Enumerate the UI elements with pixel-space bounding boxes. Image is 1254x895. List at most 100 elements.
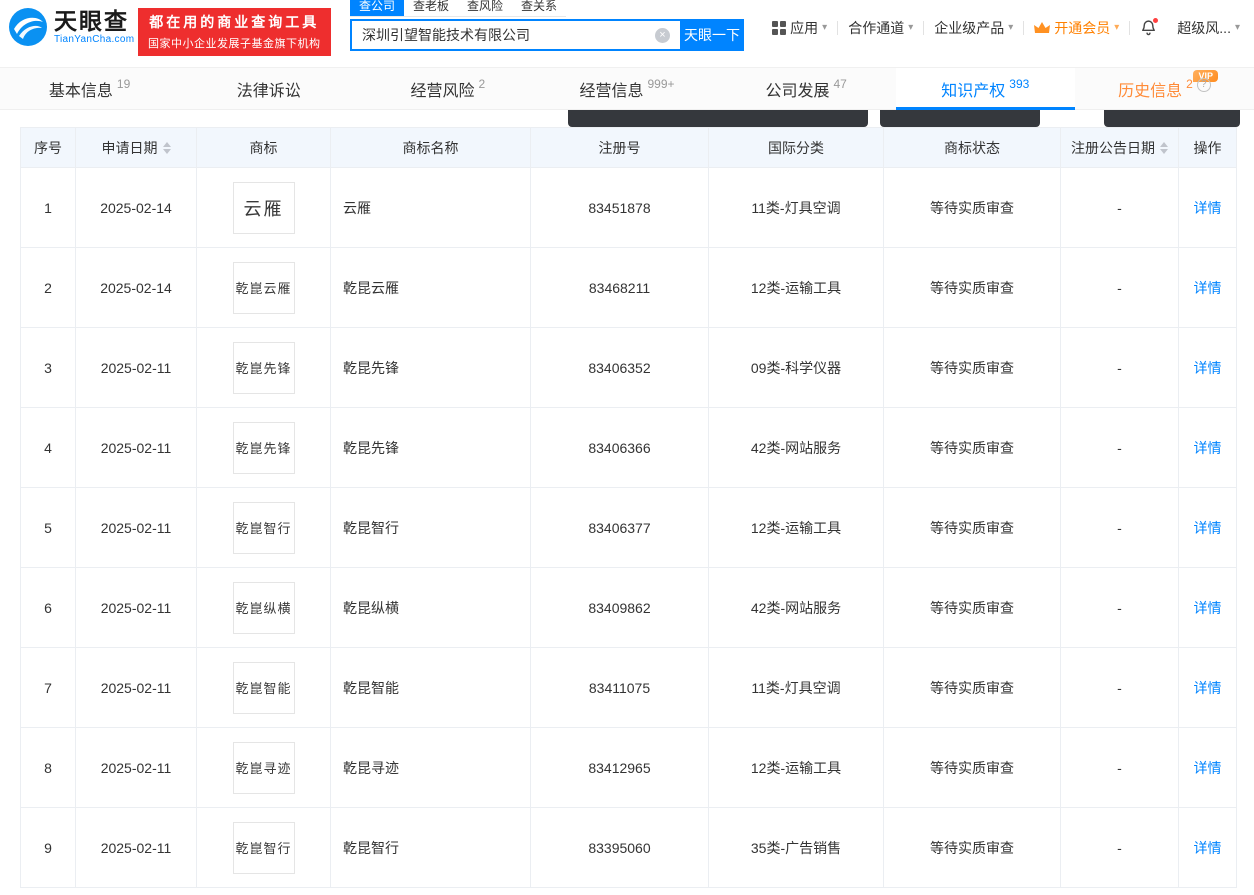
tab-count: 393 bbox=[1009, 76, 1030, 91]
cell-reg-no: 83406366 bbox=[530, 407, 709, 488]
search-tab-1[interactable]: 查公司 bbox=[350, 0, 405, 16]
bell-icon bbox=[1140, 17, 1160, 36]
tianyancha-logo-icon bbox=[9, 8, 47, 46]
section-tab-bar: 基本信息 19 法律诉讼 经营风险 2 经营信息 999+ 公司发展 47 知识产权 393 历史信息… bbox=[0, 67, 1254, 110]
table-header-row: 序号 申请日期 商标 商标名称 注册号 国际分类 商标状态 注册公告日期 操作 bbox=[20, 127, 1237, 168]
column-header-9: 操作 bbox=[1178, 127, 1237, 168]
cell-mark: 乾崑纵横 bbox=[196, 567, 331, 648]
tab-intellectual-property[interactable]: 知识产权 393 bbox=[895, 68, 1075, 110]
tab-operation-risk[interactable]: 经营风险 2 bbox=[358, 68, 537, 109]
cell-intl-class: 42类-网站服务 bbox=[708, 567, 884, 648]
cell-status: 等待实质审查 bbox=[883, 487, 1061, 568]
sort-icon[interactable] bbox=[162, 141, 171, 154]
logo[interactable]: 天眼查 TianYanCha.com bbox=[8, 7, 134, 47]
trademark-image[interactable]: 乾崑先锋 bbox=[232, 341, 295, 394]
cell-intl-class: 09类-科学仪器 bbox=[708, 327, 884, 408]
sort-icon[interactable] bbox=[1160, 141, 1168, 154]
slogan-badge: 都在用的商业查询工具 国家中小企业发展子基金旗下机构 bbox=[138, 8, 331, 56]
trademark-image[interactable]: 乾崑智行 bbox=[232, 501, 295, 554]
trademark-image-text: 乾崑先锋 bbox=[235, 441, 292, 456]
tab-operation-info[interactable]: 经营信息 999+ bbox=[537, 68, 716, 109]
column-label: 注册号 bbox=[598, 139, 641, 156]
cell-pub-date: - bbox=[1060, 247, 1179, 328]
tab-dropdown-zone bbox=[0, 110, 1254, 127]
help-icon[interactable]: ? bbox=[1196, 77, 1211, 92]
cell-mark-name: 乾昆先锋 bbox=[330, 327, 531, 408]
trademark-image[interactable]: 乾崑智行 bbox=[232, 821, 295, 874]
detail-link[interactable]: 详情 bbox=[1194, 680, 1222, 696]
cell-mark: 乾崑智行 bbox=[196, 807, 331, 888]
cell-reg-no: 83409862 bbox=[530, 567, 709, 648]
search-area: 查公司查老板查风险查关系 × 天眼一下 bbox=[350, 0, 744, 51]
column-header-2[interactable]: 申请日期 bbox=[75, 127, 197, 168]
cell-action: 详情 bbox=[1178, 407, 1237, 488]
search-input[interactable] bbox=[350, 19, 680, 51]
tab-label: 知识产权 bbox=[941, 82, 1006, 100]
detail-link[interactable]: 详情 bbox=[1194, 200, 1222, 216]
trademark-image-text: 云雁 bbox=[243, 198, 284, 219]
tab-basic-info[interactable]: 基本信息 19 bbox=[0, 68, 179, 109]
nav-cooperation-channel[interactable]: 合作通道 ▾ bbox=[838, 18, 923, 38]
trademark-image[interactable]: 乾崑寻迹 bbox=[232, 741, 295, 794]
cell-action: 详情 bbox=[1178, 807, 1237, 888]
cell-intl-class: 12类-运输工具 bbox=[708, 487, 884, 568]
clear-search-icon[interactable]: × bbox=[655, 28, 670, 43]
cell-apply-date: 2025-02-14 bbox=[75, 247, 197, 328]
detail-link[interactable]: 详情 bbox=[1194, 840, 1222, 856]
cell-mark-name: 乾昆纵横 bbox=[330, 567, 531, 648]
cell-mark: 乾崑先锋 bbox=[196, 327, 331, 408]
cell-action: 详情 bbox=[1178, 247, 1237, 328]
trademark-image[interactable]: 乾崑云雁 bbox=[232, 261, 295, 314]
cell-apply-date: 2025-02-11 bbox=[75, 327, 197, 408]
trademark-image-text: 乾崑智行 bbox=[235, 841, 292, 856]
search-tab-3[interactable]: 查风险 bbox=[458, 0, 512, 16]
notification-dot bbox=[1152, 17, 1160, 24]
trademark-image[interactable]: 乾崑纵横 bbox=[232, 581, 295, 634]
detail-link[interactable]: 详情 bbox=[1194, 760, 1222, 776]
grid-icon bbox=[772, 20, 787, 35]
tab-count: 19 bbox=[116, 76, 131, 91]
detail-link[interactable]: 详情 bbox=[1194, 440, 1222, 456]
trademark-row: 1 2025-02-14 云雁 云雁 83451878 11类-灯具空调 等待实质审查 - 详情 bbox=[20, 167, 1237, 248]
nav-apps[interactable]: 应用 ▾ bbox=[762, 18, 837, 38]
column-header-7: 商标状态 bbox=[883, 127, 1061, 168]
tab-legal-proceedings[interactable]: 法律诉讼 bbox=[179, 68, 358, 109]
search-tab-4[interactable]: 查关系 bbox=[512, 0, 566, 16]
trademark-image[interactable]: 乾崑智能 bbox=[232, 661, 295, 714]
nav-notifications[interactable] bbox=[1130, 17, 1167, 36]
column-header-8[interactable]: 注册公告日期 bbox=[1060, 127, 1179, 168]
cell-reg-no: 83412965 bbox=[530, 727, 709, 808]
nav-open-membership[interactable]: 开通会员 ▾ bbox=[1024, 18, 1129, 38]
detail-link[interactable]: 详情 bbox=[1194, 360, 1222, 376]
cell-mark-name: 乾昆智行 bbox=[330, 487, 531, 568]
nav-super-risk[interactable]: 超级风... ▾ bbox=[1167, 18, 1250, 38]
tab-count: 2 bbox=[478, 76, 486, 91]
cell-no: 9 bbox=[20, 807, 76, 888]
tab-company-development[interactable]: 公司发展 47 bbox=[717, 68, 896, 109]
cell-reg-no: 83406352 bbox=[530, 327, 709, 408]
tab-count: 47 bbox=[833, 76, 847, 91]
trademark-image-text: 乾崑智能 bbox=[235, 681, 292, 696]
tab-history-info[interactable]: 历史信息 2 VIP? bbox=[1075, 68, 1254, 109]
trademark-image[interactable]: 云雁 bbox=[232, 181, 295, 234]
column-header-5: 注册号 bbox=[530, 127, 709, 168]
cell-no: 8 bbox=[20, 727, 76, 808]
nav-label: 企业级产品 bbox=[934, 19, 1005, 36]
nav-label: 超级风... bbox=[1177, 19, 1231, 36]
chevron-down-icon: ▾ bbox=[1114, 22, 1120, 33]
cell-mark: 乾崑智行 bbox=[196, 487, 331, 568]
detail-link[interactable]: 详情 bbox=[1194, 600, 1222, 616]
detail-link[interactable]: 详情 bbox=[1194, 520, 1222, 536]
chevron-down-icon: ▾ bbox=[1234, 22, 1240, 33]
search-tab-2[interactable]: 查老板 bbox=[404, 0, 458, 16]
crown-icon bbox=[1034, 21, 1051, 33]
cell-apply-date: 2025-02-14 bbox=[75, 167, 197, 248]
detail-link[interactable]: 详情 bbox=[1194, 280, 1222, 296]
nav-enterprise-products[interactable]: 企业级产品 ▾ bbox=[924, 18, 1023, 38]
cell-pub-date: - bbox=[1060, 567, 1179, 648]
cell-mark-name: 乾昆智行 bbox=[330, 807, 531, 888]
trademark-row: 2 2025-02-14 乾崑云雁 乾昆云雁 83468211 12类-运输工具 等待实质审… bbox=[20, 247, 1237, 328]
trademark-image-text: 乾崑云雁 bbox=[235, 281, 292, 296]
search-button[interactable]: 天眼一下 bbox=[680, 19, 744, 51]
trademark-image[interactable]: 乾崑先锋 bbox=[232, 421, 295, 474]
